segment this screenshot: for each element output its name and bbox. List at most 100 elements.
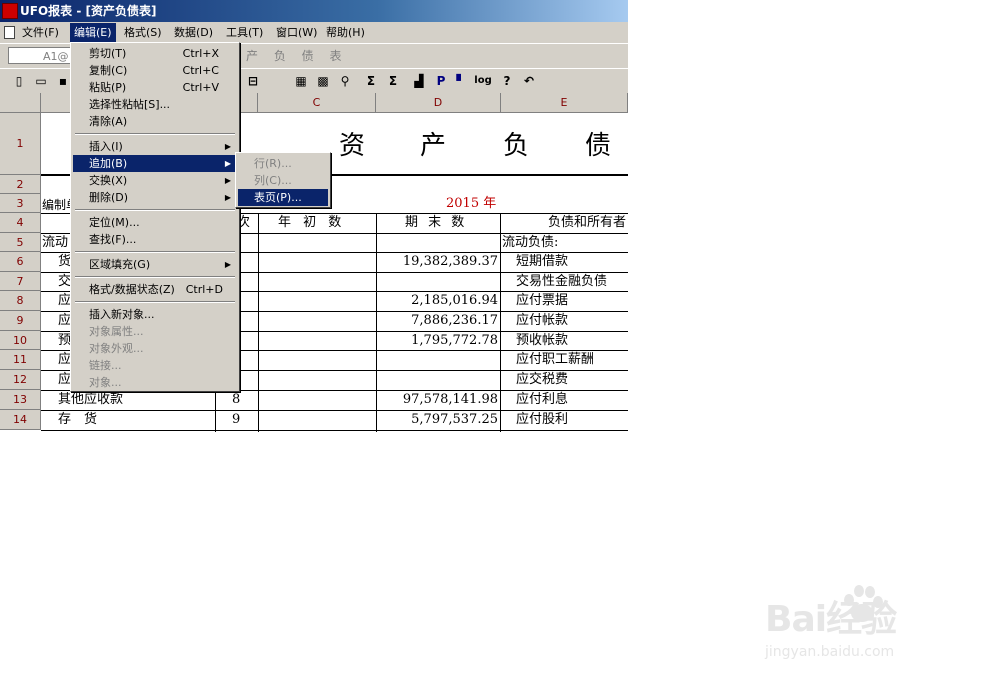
row-header[interactable]: 10 [0,331,41,350]
menu-separator [75,276,235,278]
grid-line [258,213,259,432]
menu-format[interactable]: 格式(S) [120,23,166,42]
table-icon[interactable]: ▦ [292,72,310,90]
menu-item-swap[interactable]: 交换(X) ▶ [73,172,237,189]
cell-b[interactable]: 8 [232,391,240,409]
menu-item-label: 剪切(T) [89,47,127,60]
cell-e[interactable]: 应付股利 [516,411,568,429]
row-header[interactable]: 6 [0,252,41,272]
grid-line [500,213,501,432]
find-icon[interactable]: ⚲ [336,72,354,90]
menu-item-goto[interactable]: 定位(M)... [73,214,237,231]
menu-item-paste[interactable]: 粘贴(P) Ctrl+V [73,79,237,96]
cell-e[interactable]: 应付利息 [516,391,568,409]
menu-bar: 文件(F) 编辑(E) 格式(S) 数据(D) 工具(T) 窗口(W) 帮助(H… [0,22,628,43]
menu-item-append[interactable]: 追加(B) ▶ [73,155,237,172]
shortcut-label: Ctrl+D [185,283,223,296]
insert-row-icon[interactable]: ⊟ [244,72,262,90]
menu-item-insert-object[interactable]: 插入新对象... [73,306,237,323]
append-submenu: 行(R)... 列(C)... 表页(P)... [235,152,331,208]
cell-e[interactable]: 交易性金融负债 [516,273,607,291]
log-icon[interactable]: log [474,72,492,90]
menu-item-object: 对象... [89,376,122,389]
cell-a[interactable]: 流动 [42,234,68,252]
menu-help[interactable]: 帮助(H) [322,23,369,42]
cell-d[interactable]: 5,797,537.25 [377,411,498,429]
column-header-c[interactable]: C [258,93,376,113]
row-header[interactable]: 7 [0,272,41,291]
menu-item-paste-special[interactable]: 选择性粘帖[S]... [73,96,237,113]
menu-data[interactable]: 数据(D) [170,23,217,42]
menu-tools[interactable]: 工具(T) [222,23,267,42]
row-header[interactable]: 4 [0,213,41,233]
submenu-arrow-icon: ▶ [224,193,231,202]
header-end: 期 末 数 [405,215,468,230]
cell-e[interactable]: 应付票据 [516,292,568,310]
row-header[interactable]: 1 [0,113,41,175]
cell-e[interactable]: 应付帐款 [516,312,568,330]
cell-b[interactable]: 9 [232,411,240,429]
submenu-item-page[interactable]: 表页(P)... [238,189,328,206]
edit-menu-dropdown: 剪切(T) Ctrl+X 复制(C) Ctrl+C 粘贴(P) Ctrl+V 选择性粘… [70,42,240,392]
menu-item-area-fill[interactable]: 区域填充(G) ▶ [73,256,237,273]
cell-e[interactable]: 预收帐款 [516,332,568,350]
cell-e[interactable]: 短期借款 [516,253,568,271]
submenu-item-row: 行(R)... [254,157,292,170]
title-bar: UFO报表 - [资产负债表] [0,0,628,22]
document-icon[interactable] [4,26,15,39]
watermark-url: jingyan.baidu.com [765,644,895,660]
paw-icon [844,585,883,622]
chart-icon[interactable]: ▟ [410,72,428,90]
column-header-e[interactable]: E [501,93,628,113]
cell-d[interactable]: 19,382,389.37 [377,253,498,271]
format-icon[interactable]: ▩ [314,72,332,90]
menu-window[interactable]: 窗口(W) [272,23,321,42]
cell-d[interactable]: 2,185,016.94 [377,292,498,310]
sum-icon[interactable]: Σ [362,72,380,90]
menu-item-find[interactable]: 查找(F)... [73,231,237,248]
menu-item-format-data-state[interactable]: 格式/数据状态(Z) Ctrl+D [73,281,237,298]
menu-item-links: 链接... [89,359,122,372]
menu-item-delete[interactable]: 删除(D) ▶ [73,189,237,206]
menu-item-insert[interactable]: 插入(I) ▶ [73,138,237,155]
watermark-logo: Bai经验 jingyan.baidu.com [765,578,965,668]
cell-e[interactable]: 应付职工薪酬 [516,351,594,369]
row-header[interactable]: 14 [0,410,41,430]
title-char: 产 [420,131,447,161]
print-preview-icon[interactable]: P [432,72,450,90]
open-icon[interactable]: ▭ [32,72,50,90]
cell-reference-field[interactable]: A1@ [8,47,72,64]
cell-d[interactable]: 7,886,236.17 [377,312,498,330]
row-header[interactable]: 5 [0,233,41,252]
cell-e[interactable]: 应交税费 [516,371,568,389]
menu-edit[interactable]: 编辑(E) [70,23,116,42]
row-header[interactable]: 13 [0,390,41,410]
shortcut-label: Ctrl+X [182,47,219,60]
sort-icon[interactable]: Σ [384,72,402,90]
formula-content: 产 负 债 表 [246,49,348,63]
row-header[interactable]: 2 [0,175,41,194]
cell-e[interactable]: 流动负债: [502,234,558,252]
row-header[interactable]: 12 [0,370,41,390]
corner-header[interactable] [0,93,41,113]
menu-separator [75,209,235,211]
help-icon[interactable]: ? [498,72,516,90]
cell-d[interactable]: 97,578,141.98 [377,391,498,409]
menu-item-clear[interactable]: 清除(A) [73,113,237,130]
row-header[interactable]: 8 [0,291,41,311]
menu-item-cut[interactable]: 剪切(T) Ctrl+X [73,45,237,62]
cell-a[interactable]: 存 货 [58,411,97,429]
cell-a[interactable]: 其他应收款 [58,391,123,409]
row-header[interactable]: 3 [0,194,41,213]
row-header[interactable]: 9 [0,311,41,331]
new-icon[interactable]: ▯ [10,72,28,90]
header-begin: 年 初 数 [278,215,346,230]
menu-separator [75,251,235,253]
menu-file[interactable]: 文件(F) [18,23,63,42]
pointer-icon[interactable]: ▘ [452,72,470,90]
row-header[interactable]: 11 [0,350,41,370]
menu-item-copy[interactable]: 复制(C) Ctrl+C [73,62,237,79]
column-header-d[interactable]: D [376,93,501,113]
undo-icon[interactable]: ↶ [520,72,538,90]
cell-d[interactable]: 1,795,772.78 [377,332,498,350]
